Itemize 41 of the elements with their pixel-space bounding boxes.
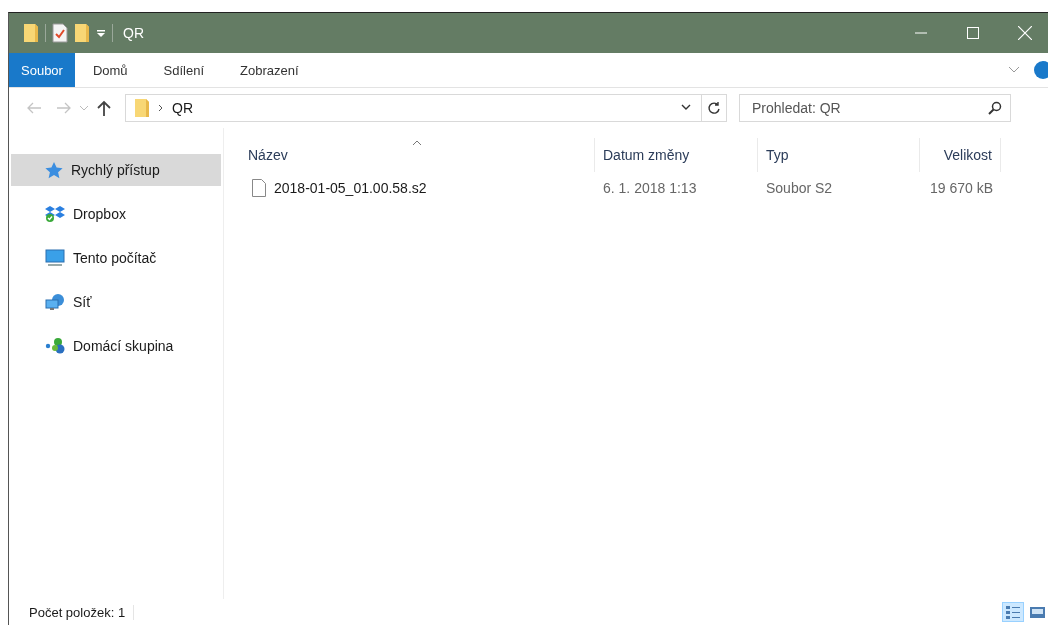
ribbon-tab[interactable]: Zobrazení	[222, 53, 317, 87]
new-folder-icon	[74, 23, 90, 43]
breadcrumb[interactable]: QR	[172, 100, 193, 116]
network-icon	[45, 293, 65, 311]
window-title: QR	[123, 25, 144, 41]
sidebar-item[interactable]: Síť	[11, 286, 221, 318]
monitor-icon	[45, 249, 65, 267]
sidebar-item[interactable]: Dropbox	[11, 198, 221, 230]
ribbon-tab[interactable]: Soubor	[9, 53, 75, 87]
column-header[interactable]: Typ	[758, 138, 920, 172]
table-cell-text: 19 670 kB	[928, 179, 994, 198]
ribbon-tab[interactable]: Domů	[74, 53, 146, 87]
dropbox-icon	[45, 205, 65, 223]
refresh-icon[interactable]	[707, 101, 721, 115]
column-header[interactable]: Název	[240, 138, 595, 172]
table-cell-text: Soubor S2	[765, 179, 834, 198]
dropdown-icon[interactable]	[96, 28, 106, 38]
help-icon[interactable]	[1034, 61, 1048, 79]
table-cell-text: 6. 1. 2018 1:13	[602, 179, 698, 198]
column-header[interactable]: Datum změny	[595, 138, 758, 172]
maximize-icon	[967, 27, 979, 39]
sort-caret-icon	[412, 140, 422, 146]
sidebar-item[interactable]: Domácí skupina	[11, 330, 221, 362]
sidebar-item[interactable]: Tento počítač	[11, 242, 221, 274]
search-field[interactable]: Prohledat: QR	[739, 94, 1011, 122]
details-view-button[interactable]	[1002, 602, 1024, 622]
folder-icon	[23, 23, 39, 43]
close-icon	[1018, 26, 1032, 40]
star-icon	[45, 161, 63, 179]
search-icon	[988, 101, 1002, 115]
properties-icon[interactable]	[52, 23, 68, 43]
file-icon	[252, 179, 266, 197]
column-header[interactable]: Velikost	[920, 138, 1001, 172]
file-name-cell[interactable]: 2018-01-05_01.00.58.s2	[240, 172, 595, 204]
sidebar-item[interactable]: Rychlý přístup	[11, 154, 221, 186]
status-text: Počet položek: 1	[29, 604, 135, 620]
ribbon-tab[interactable]: Sdílení	[145, 53, 223, 87]
address-bar[interactable]: QR	[125, 94, 727, 122]
folder-icon	[134, 98, 150, 118]
homegroup-icon	[45, 337, 65, 355]
chevron-right-icon	[158, 104, 164, 112]
